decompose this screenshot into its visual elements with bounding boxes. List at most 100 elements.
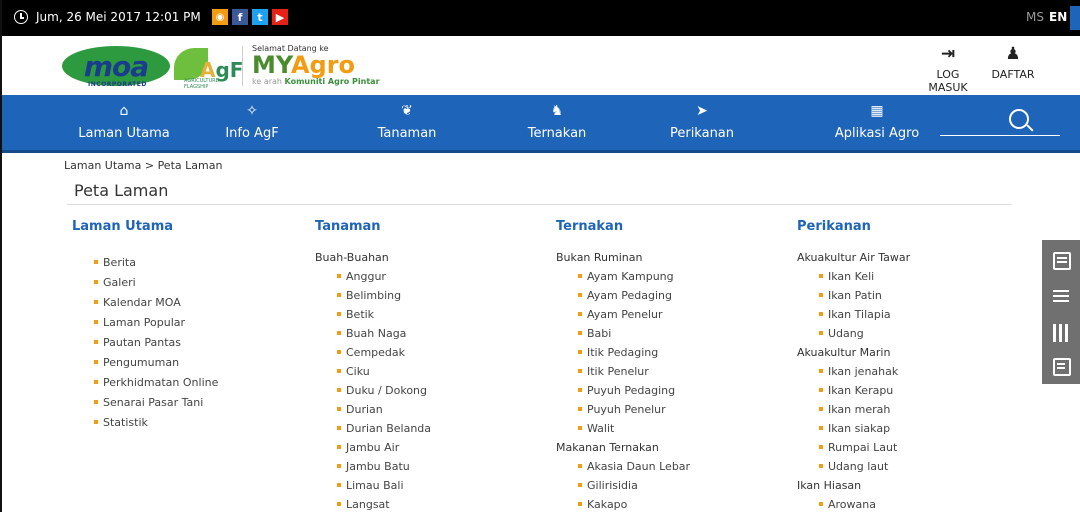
- list-item[interactable]: Puyuh Pedaging: [578, 381, 690, 400]
- list-item[interactable]: Pengumuman: [94, 353, 218, 373]
- list-item[interactable]: Berita: [94, 253, 218, 273]
- list-item[interactable]: Ikan Kerapu: [819, 381, 910, 400]
- moa-logo[interactable]: moa: [62, 46, 170, 86]
- list-item[interactable]: Galeri: [94, 273, 218, 293]
- list-item[interactable]: Kakapo: [578, 495, 690, 512]
- rss-icon[interactable]: ◉: [212, 9, 228, 25]
- list-item[interactable]: Laman Popular: [94, 313, 218, 333]
- fish-icon: ➤: [696, 103, 708, 119]
- list-item[interactable]: Itik Pedaging: [578, 343, 690, 362]
- sitemap-column-perikanan: Perikanan Akuakultur Air Tawar Ikan Keli…: [797, 219, 910, 512]
- list-item[interactable]: Perkhidmatan Online: [94, 373, 218, 393]
- nav-item-ternakan[interactable]: ♞ Ternakan: [517, 95, 597, 152]
- list-item[interactable]: Ikan jenahak: [819, 362, 910, 381]
- list-item[interactable]: Durian Belanda: [337, 419, 431, 438]
- search-input[interactable]: [940, 135, 1060, 136]
- login-label: LOG MASUK: [928, 68, 968, 94]
- list-item[interactable]: Ayam Pedaging: [578, 286, 690, 305]
- list-item[interactable]: Anggur: [337, 267, 431, 286]
- nav-label: Tanaman: [377, 126, 437, 141]
- myagro-logo[interactable]: Selamat Datang ke MYAgro ke arah Komunit…: [252, 44, 380, 86]
- page-title: Peta Laman: [74, 181, 169, 200]
- nav-item-tanaman[interactable]: ❦ Tanaman: [362, 95, 452, 152]
- moa-logo-subtitle: INCORPORATED: [88, 81, 147, 88]
- column-heading[interactable]: Ternakan: [556, 219, 690, 234]
- list-item[interactable]: Ayam Kampung: [578, 267, 690, 286]
- list-item[interactable]: Itik Penelur: [578, 362, 690, 381]
- group-label[interactable]: Makanan Ternakan: [556, 438, 690, 457]
- list-item[interactable]: Ikan merah: [819, 400, 910, 419]
- breadcrumb[interactable]: Laman Utama > Peta Laman: [64, 159, 222, 172]
- twitter-icon[interactable]: t: [252, 9, 268, 25]
- main-nav: ⌂ Laman Utama ✧ Info AgF ❦ Tanaman ♞ Ter…: [2, 95, 1080, 152]
- list-item[interactable]: Puyuh Penelur: [578, 400, 690, 419]
- list-item[interactable]: Senarai Pasar Tani: [94, 393, 218, 413]
- sitemap-column-tanaman: Tanaman Buah-Buahan Anggur Belimbing Bet…: [315, 219, 431, 512]
- list-item[interactable]: Betik: [337, 305, 431, 324]
- chat-icon[interactable]: [1053, 252, 1071, 270]
- list-item[interactable]: Akasia Daun Lebar: [578, 457, 690, 476]
- nav-item-laman-utama[interactable]: ⌂ Laman Utama: [74, 95, 174, 152]
- facebook-icon[interactable]: f: [232, 9, 248, 25]
- agf-logo[interactable]: AgF AGRICULTURE FLAGSHIP: [174, 48, 243, 90]
- language-en-link[interactable]: EN: [1049, 10, 1067, 24]
- site-header: moa INCORPORATED AgF AGRICULTURE FLAGSHI…: [2, 36, 1080, 95]
- nav-item-info-agf[interactable]: ✧ Info AgF: [212, 95, 292, 152]
- nav-label: Perikanan: [669, 126, 735, 141]
- list-item[interactable]: Limau Bali: [337, 476, 431, 495]
- home-icon: ⌂: [119, 103, 129, 119]
- list-item[interactable]: Durian: [337, 400, 431, 419]
- sitemap-column-laman-utama: Laman Utama Berita Galeri Kalendar MOA L…: [72, 219, 218, 433]
- list-item[interactable]: Babi: [578, 324, 690, 343]
- list-item[interactable]: Ikan Tilapia: [819, 305, 910, 324]
- language-ms-link[interactable]: MS: [1026, 10, 1044, 24]
- top-bar: Jum, 26 Mei 2017 12:01 PM ◉ f t ▶ MS EN: [2, 0, 1080, 36]
- nav-label: Ternakan: [527, 126, 587, 141]
- nav-bottom-border: [2, 150, 1080, 153]
- list-item[interactable]: Gilirisidia: [578, 476, 690, 495]
- column-heading[interactable]: Laman Utama: [72, 219, 218, 234]
- list-item[interactable]: Walit: [578, 419, 690, 438]
- list-item[interactable]: Cempedak: [337, 343, 431, 362]
- list-item[interactable]: Udang laut: [819, 457, 910, 476]
- group-label[interactable]: Akuakultur Air Tawar: [797, 248, 910, 267]
- list-item[interactable]: Udang: [819, 324, 910, 343]
- list-item[interactable]: Pautan Pantas: [94, 333, 218, 353]
- list-item[interactable]: Jambu Air: [337, 438, 431, 457]
- group-label[interactable]: Akuakultur Marin: [797, 343, 910, 362]
- list-item[interactable]: Ikan Keli: [819, 267, 910, 286]
- list-item[interactable]: Ayam Penelur: [578, 305, 690, 324]
- youtube-icon[interactable]: ▶: [272, 9, 288, 25]
- list-item[interactable]: Ikan siakap: [819, 419, 910, 438]
- list-item[interactable]: Langsat: [337, 495, 431, 512]
- nav-label: Info AgF: [225, 126, 279, 141]
- page: Jum, 26 Mei 2017 12:01 PM ◉ f t ▶ MS EN …: [0, 0, 1080, 512]
- column-heading[interactable]: Tanaman: [315, 219, 431, 234]
- qr-code-icon[interactable]: [1053, 324, 1071, 342]
- list-item[interactable]: Kalendar MOA: [94, 293, 218, 313]
- list-item[interactable]: Rumpai Laut: [819, 438, 910, 457]
- nav-item-perikanan[interactable]: ➤ Perikanan: [657, 95, 747, 152]
- group-label[interactable]: Buah-Buahan: [315, 248, 431, 267]
- list-item[interactable]: Ikan Patin: [819, 286, 910, 305]
- list-item[interactable]: Buah Naga: [337, 324, 431, 343]
- login-button[interactable]: ⇥ LOG MASUK: [919, 44, 977, 94]
- list-icon[interactable]: [1053, 288, 1071, 306]
- register-button[interactable]: ♟ DAFTAR: [988, 44, 1038, 81]
- list-item[interactable]: Arowana: [819, 495, 910, 512]
- nav-item-aplikasi-agro[interactable]: ▦ Aplikasi Agro: [822, 95, 932, 152]
- agf-icon: ✧: [246, 103, 258, 119]
- list-item[interactable]: Ciku: [337, 362, 431, 381]
- column-heading[interactable]: Perikanan: [797, 219, 910, 234]
- list-item[interactable]: Jambu Batu: [337, 457, 431, 476]
- current-date: Jum, 26 Mei 2017 12:01 PM: [36, 10, 201, 24]
- group-label[interactable]: Bukan Ruminan: [556, 248, 690, 267]
- list-item[interactable]: Statistik: [94, 413, 218, 433]
- plant-icon: ❦: [401, 103, 413, 119]
- register-label: DAFTAR: [991, 68, 1035, 81]
- search-icon[interactable]: [1009, 109, 1029, 129]
- document-icon[interactable]: [1053, 358, 1071, 376]
- list-item[interactable]: Duku / Dokong: [337, 381, 431, 400]
- list-item[interactable]: Belimbing: [337, 286, 431, 305]
- group-label[interactable]: Ikan Hiasan: [797, 476, 910, 495]
